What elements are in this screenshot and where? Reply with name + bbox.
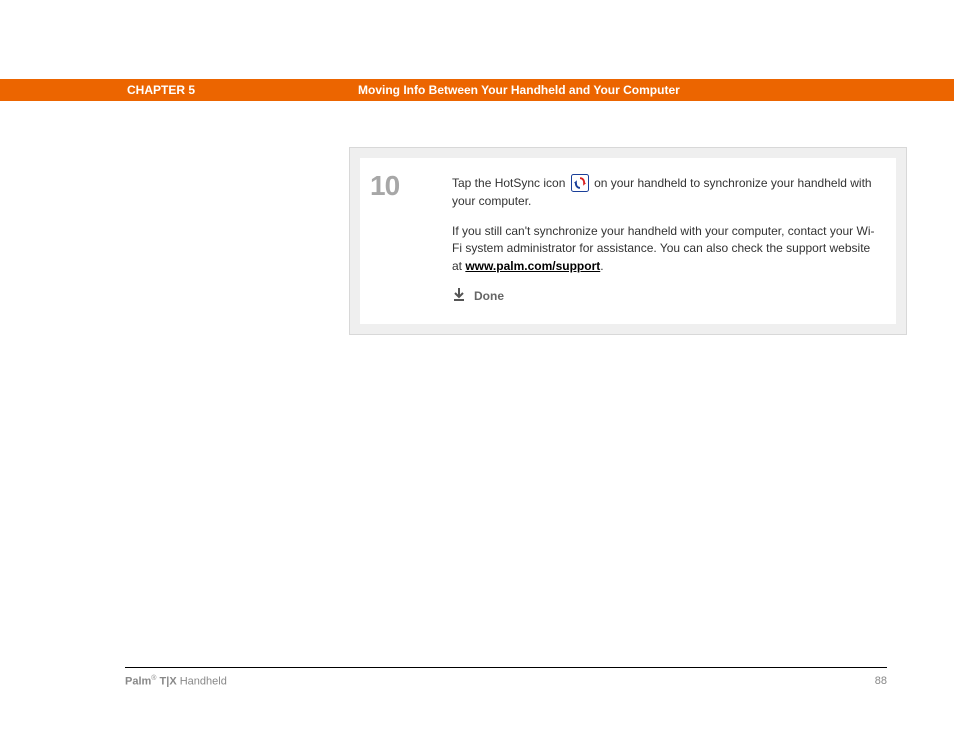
footer-brand-rest: Handheld [177, 676, 227, 688]
page: CHAPTER 5 Moving Info Between Your Handh… [0, 0, 954, 738]
hotsync-icon [571, 174, 589, 197]
step-inner: 10 Tap the HotSync icon on your handhel [360, 158, 896, 324]
step-body: Tap the HotSync icon on your handheld to… [452, 174, 882, 306]
footer-brand-model: T|X [156, 676, 176, 688]
done-arrow-icon [452, 287, 466, 306]
step-text-1: Tap the HotSync icon on your handheld to… [452, 174, 882, 211]
support-link[interactable]: www.palm.com/support [465, 259, 600, 273]
done-label: Done [474, 288, 504, 305]
footer-page-number: 88 [875, 675, 887, 687]
step-text-1a: Tap the HotSync icon [452, 176, 569, 190]
chapter-header-bar: CHAPTER 5 Moving Info Between Your Handh… [0, 79, 954, 101]
chapter-title: Moving Info Between Your Handheld and Yo… [358, 83, 680, 97]
done-row: Done [452, 287, 882, 306]
step-number: 10 [370, 170, 399, 202]
step-text-2: If you still can't synchronize your hand… [452, 223, 882, 275]
step-text-2b: . [600, 259, 603, 273]
step-container: 10 Tap the HotSync icon on your handhel [349, 147, 907, 335]
chapter-label: CHAPTER 5 [127, 83, 195, 97]
footer-divider [125, 667, 887, 668]
footer-brand: Palm® T|X Handheld [125, 675, 227, 688]
footer-brand-bold: Palm [125, 676, 151, 688]
